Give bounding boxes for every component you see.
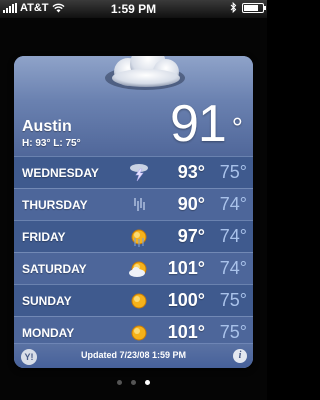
sun-icon bbox=[128, 322, 150, 344]
forecast-day: SATURDAY bbox=[22, 262, 87, 276]
forecast-high: 100° bbox=[167, 290, 205, 310]
weather-app-screen: AT&T 1:59 PM Austin H: 93° L: 75° 91 ° W… bbox=[0, 0, 267, 400]
current-conditions: Austin H: 93° L: 75° 91 ° bbox=[14, 56, 253, 156]
sun-icon bbox=[128, 290, 150, 312]
status-bar: AT&T 1:59 PM bbox=[0, 0, 267, 18]
weather-card[interactable]: Austin H: 93° L: 75° 91 ° WEDNESDAY 93° 75°… bbox=[14, 56, 253, 368]
rain-icon bbox=[128, 194, 150, 216]
page-dot[interactable] bbox=[131, 380, 136, 385]
high-low-today: H: 93° L: 75° bbox=[22, 138, 81, 149]
forecast-low: 75° bbox=[219, 290, 247, 310]
forecast-high: 97° bbox=[177, 226, 205, 246]
forecast-row: SATURDAY 101° 74° bbox=[14, 252, 253, 284]
partly-cloudy-icon bbox=[128, 258, 150, 280]
updated-timestamp: Updated 7/23/08 1:59 PM bbox=[80, 350, 187, 360]
current-temperature: 91 ° bbox=[170, 94, 243, 154]
forecast-low: 74° bbox=[219, 226, 247, 246]
card-footer: Y! Updated 7/23/08 1:59 PM i bbox=[14, 343, 253, 368]
status-time: 1:59 PM bbox=[110, 2, 157, 16]
cloudy-icon bbox=[105, 56, 185, 90]
battery-level bbox=[244, 4, 259, 11]
forecast-low: 74° bbox=[219, 194, 247, 214]
status-right bbox=[230, 2, 266, 13]
forecast-high: 101° bbox=[167, 258, 205, 278]
forecast-low: 75° bbox=[219, 322, 247, 342]
forecast-low: 74° bbox=[219, 258, 247, 278]
forecast-day: FRIDAY bbox=[22, 230, 66, 244]
forecast-high: 90° bbox=[177, 194, 205, 214]
thunderstorm-icon bbox=[128, 162, 150, 184]
degree-symbol: ° bbox=[231, 112, 243, 143]
forecast-high: 101° bbox=[167, 322, 205, 342]
forecast-row: THURSDAY 90° 74° bbox=[14, 188, 253, 220]
forecast-day: WEDNESDAY bbox=[22, 166, 99, 180]
forecast-row: SUNDAY 100° 75° bbox=[14, 284, 253, 316]
battery-icon bbox=[242, 2, 266, 13]
forecast-high: 93° bbox=[177, 162, 205, 182]
page-dot[interactable] bbox=[117, 380, 122, 385]
forecast-day: THURSDAY bbox=[22, 198, 88, 212]
city-name: Austin bbox=[22, 118, 72, 135]
page-dot[interactable] bbox=[145, 380, 150, 385]
sun-rain-icon bbox=[128, 226, 150, 248]
forecast-low: 75° bbox=[219, 162, 247, 182]
forecast-list: WEDNESDAY 93° 75° THURSDAY 90° 74° FRIDAY 97° 74… bbox=[14, 156, 253, 348]
current-temp-value: 91 bbox=[169, 95, 227, 153]
forecast-day: SUNDAY bbox=[22, 294, 72, 308]
forecast-row: WEDNESDAY 93° 75° bbox=[14, 156, 253, 188]
info-button[interactable]: i bbox=[233, 349, 247, 363]
forecast-day: MONDAY bbox=[22, 326, 75, 340]
page-indicator[interactable] bbox=[0, 380, 267, 385]
bluetooth-icon bbox=[230, 2, 237, 13]
forecast-row: FRIDAY 97° 74° bbox=[14, 220, 253, 252]
